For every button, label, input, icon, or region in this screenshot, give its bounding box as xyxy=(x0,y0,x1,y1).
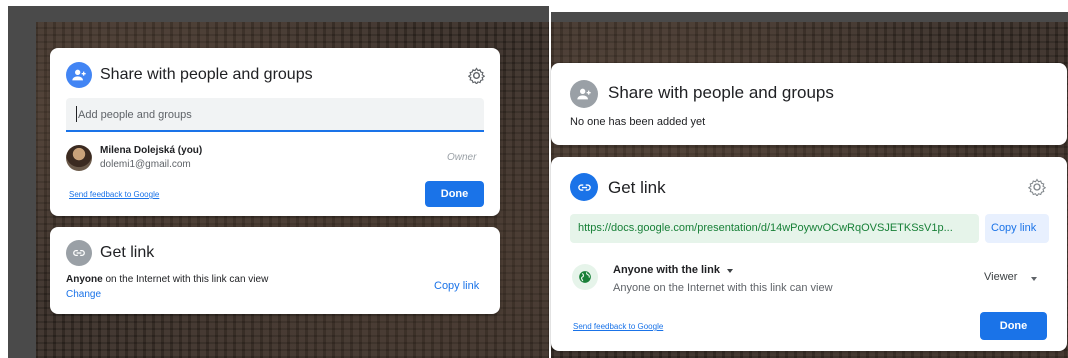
share-title: Share with people and groups xyxy=(100,66,313,83)
copy-link-button[interactable]: Copy link xyxy=(985,214,1049,243)
link-icon xyxy=(570,173,598,201)
left-side-bar xyxy=(8,6,36,358)
add-people-placeholder: Add people and groups xyxy=(78,109,192,121)
copy-link-label: Copy link xyxy=(991,222,1037,234)
caret-down-icon xyxy=(727,269,733,273)
no-one-added-text: No one has been added yet xyxy=(570,116,706,128)
right-get-link-dialog: Get link https://docs.google.com/present… xyxy=(551,157,1067,351)
left-get-link-dialog: Get link Anyone on the Internet with thi… xyxy=(50,227,500,314)
access-description: Anyone on the Internet with this link ca… xyxy=(613,282,833,294)
user-name: Milena Dolejská (you) xyxy=(100,145,203,156)
add-people-input[interactable]: Add people and groups xyxy=(66,98,484,132)
add-person-icon xyxy=(570,80,598,108)
link-access-rest: on the Internet with this link can view xyxy=(102,274,269,285)
link-access-bold: Anyone xyxy=(66,274,103,285)
right-top-bar xyxy=(551,12,1068,22)
share-title: Share with people and groups xyxy=(608,83,834,102)
role-label: Viewer xyxy=(984,271,1018,283)
text-cursor xyxy=(76,106,77,122)
link-icon xyxy=(66,240,92,266)
send-feedback-link[interactable]: Send feedback to Google xyxy=(69,190,159,199)
access-dropdown[interactable]: Anyone with the link xyxy=(613,263,743,279)
globe-icon xyxy=(572,264,598,290)
role-dropdown[interactable]: Viewer xyxy=(984,270,1044,286)
user-avatar xyxy=(66,145,92,171)
right-share-dialog: Share with people and groups No one has … xyxy=(551,63,1067,145)
left-top-bar xyxy=(8,6,549,22)
settings-gear-icon[interactable] xyxy=(466,65,486,85)
copy-link-button[interactable]: Copy link xyxy=(434,280,479,292)
add-person-icon xyxy=(66,62,92,88)
link-access-text: Anyone on the Internet with this link ca… xyxy=(66,274,268,285)
left-share-dialog: Share with people and groups Add people … xyxy=(50,48,500,216)
send-feedback-link[interactable]: Send feedback to Google xyxy=(573,322,663,331)
change-link[interactable]: Change xyxy=(66,289,101,300)
user-email: dolemi1@gmail.com xyxy=(100,159,191,170)
owner-role: Owner xyxy=(447,152,477,163)
access-title: Anyone with the link xyxy=(613,264,720,276)
get-link-title: Get link xyxy=(100,244,155,261)
done-button[interactable]: Done xyxy=(425,181,484,207)
link-url-field[interactable]: https://docs.google.com/presentation/d/1… xyxy=(570,214,979,243)
get-link-title: Get link xyxy=(608,178,666,197)
done-button[interactable]: Done xyxy=(980,312,1047,340)
caret-down-icon xyxy=(1031,277,1037,281)
link-url-text: https://docs.google.com/presentation/d/1… xyxy=(578,222,953,234)
settings-gear-icon[interactable] xyxy=(1026,176,1048,198)
